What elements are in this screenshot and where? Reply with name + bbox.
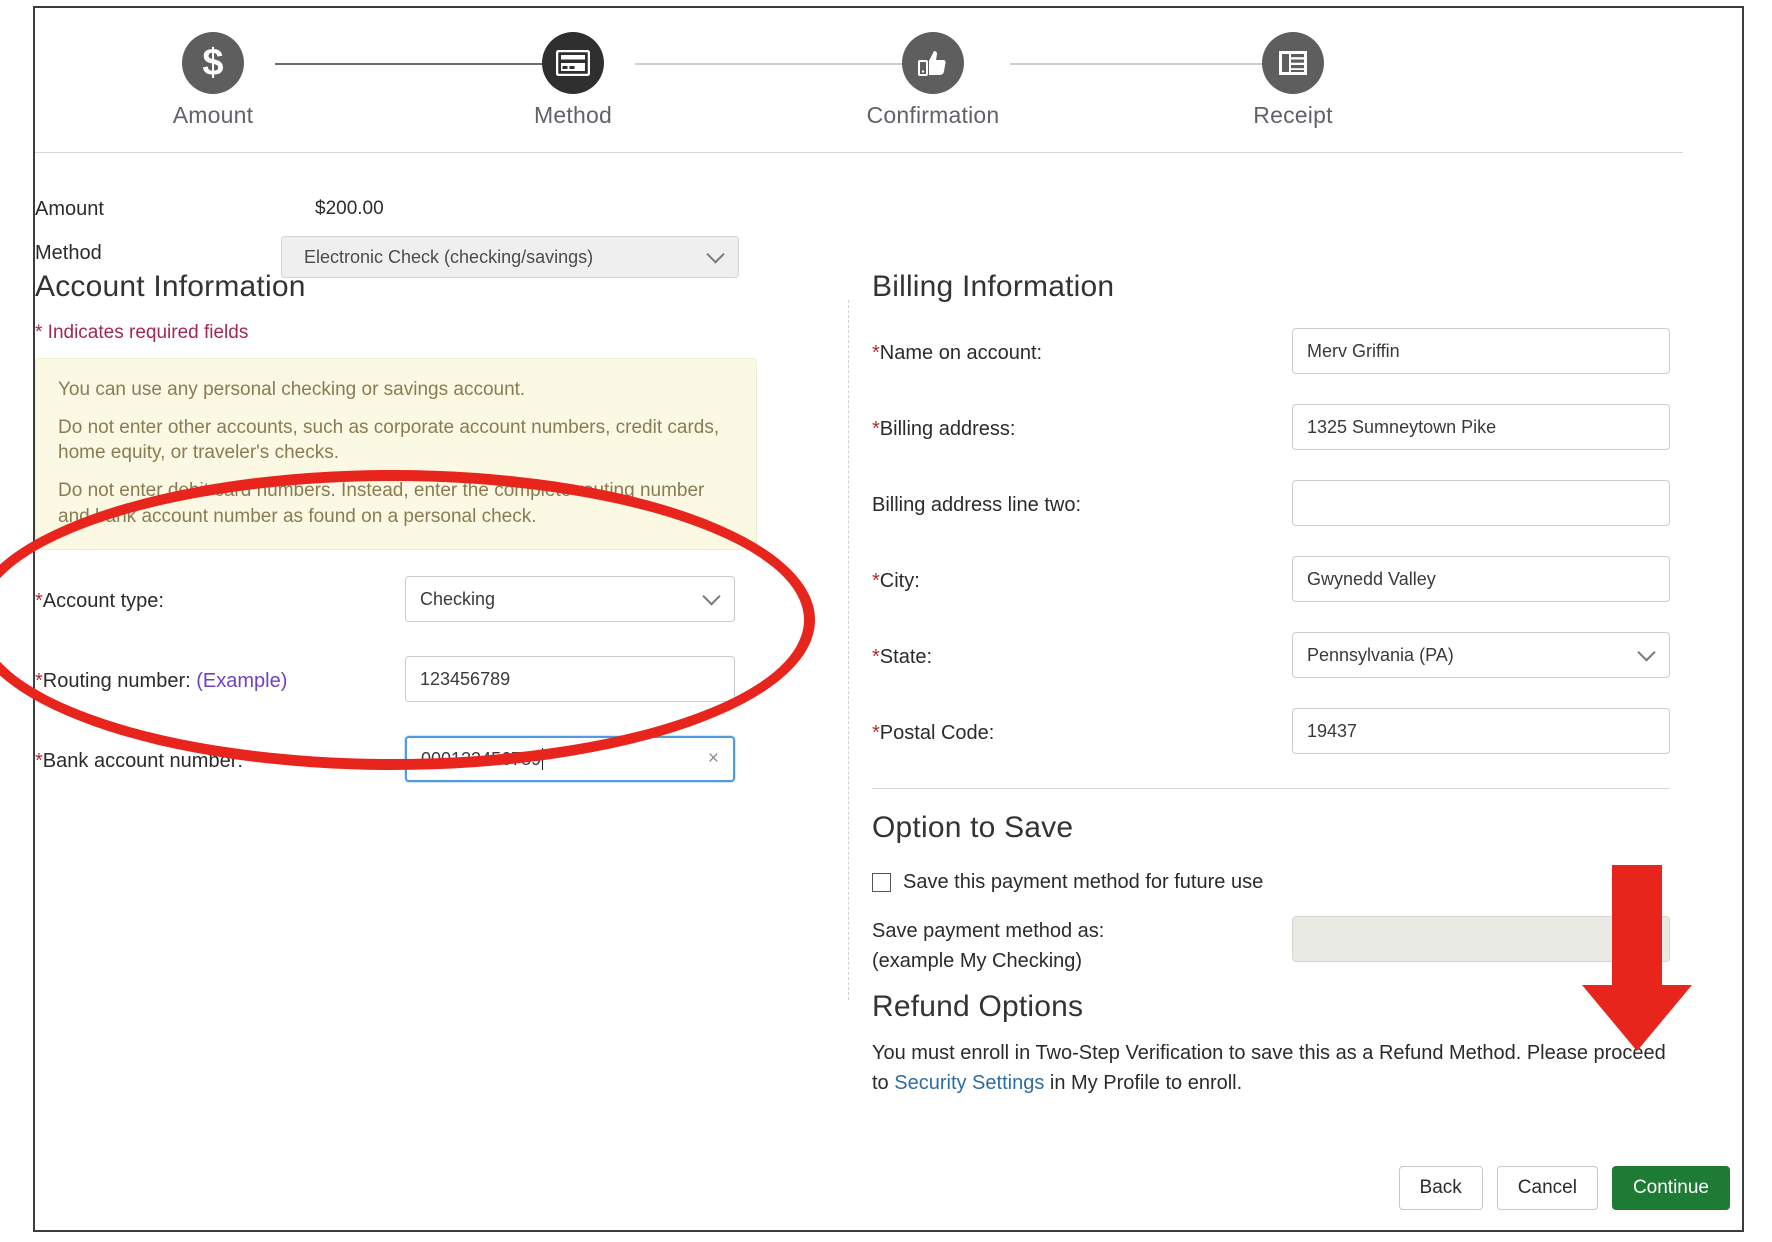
- refund-options-heading: Refund Options: [872, 990, 1684, 1024]
- field-row-billing-address: *Billing address: 1325 Sumneytown Pike: [872, 404, 1684, 466]
- state-label: *State:: [872, 646, 932, 669]
- account-type-label-text: Account type:: [43, 590, 164, 612]
- state-value: Pennsylvania (PA): [1307, 645, 1454, 666]
- option-to-save-heading: Option to Save: [872, 811, 1684, 845]
- routing-number-input[interactable]: 123456789: [405, 656, 735, 702]
- state-select[interactable]: Pennsylvania (PA): [1292, 632, 1670, 678]
- city-input[interactable]: Gwynedd Valley: [1292, 556, 1670, 602]
- dollar-icon: $: [182, 32, 244, 94]
- step-method[interactable]: Method: [473, 32, 673, 129]
- required-fields-note: * Indicates required fields: [35, 322, 757, 344]
- step-amount[interactable]: $ Amount: [113, 32, 313, 129]
- stepper-divider: [35, 152, 1683, 153]
- refund-text-after: in My Profile to enroll.: [1044, 1072, 1242, 1094]
- save-payment-method-checkbox-row[interactable]: Save this payment method for future use: [872, 871, 1684, 894]
- name-on-account-label: *Name on account:: [872, 342, 1042, 365]
- info-line-2: Do not enter other accounts, such as cor…: [58, 415, 734, 466]
- method-label: Method: [35, 242, 102, 265]
- info-line-3: Do not enter debit card numbers. Instead…: [58, 478, 734, 529]
- name-on-account-input[interactable]: Merv Griffin: [1292, 328, 1670, 374]
- thumbs-up-icon: [902, 32, 964, 94]
- method-select-value: Electronic Check (checking/savings): [304, 247, 593, 268]
- account-information-section: Account Information * Indicates required…: [35, 270, 757, 798]
- receipt-icon: [1262, 32, 1324, 94]
- column-divider: [848, 300, 849, 1000]
- city-value: Gwynedd Valley: [1307, 569, 1436, 590]
- form-button-bar: Back Cancel Continue: [1399, 1166, 1730, 1210]
- billing-address-two-input[interactable]: [1292, 480, 1670, 526]
- chevron-down-icon: [1637, 643, 1655, 661]
- security-settings-link[interactable]: Security Settings: [894, 1072, 1044, 1094]
- card-icon: [542, 32, 604, 94]
- progress-stepper: $ Amount Method: [35, 8, 1742, 153]
- field-row-state: *State: Pennsylvania (PA): [872, 632, 1684, 694]
- routing-example-link[interactable]: (Example): [196, 670, 287, 692]
- info-line-1: You can use any personal checking or sav…: [58, 377, 734, 403]
- continue-button[interactable]: Continue: [1612, 1166, 1730, 1210]
- back-button[interactable]: Back: [1399, 1166, 1483, 1210]
- field-row-routing-number: *Routing number: (Example) 123456789: [35, 656, 757, 718]
- billing-information-heading: Billing Information: [872, 270, 1684, 304]
- step-receipt[interactable]: Receipt: [1193, 32, 1393, 129]
- chevron-down-icon: [702, 587, 720, 605]
- account-type-value: Checking: [420, 589, 495, 610]
- account-type-label: *Account type:: [35, 590, 164, 613]
- name-on-account-value: Merv Griffin: [1307, 341, 1400, 362]
- account-information-heading: Account Information: [35, 270, 757, 304]
- payment-method-page: $ Amount Method: [0, 0, 1772, 1242]
- field-row-postal-code: *Postal Code: 19437: [872, 708, 1684, 770]
- field-row-city: *City: Gwynedd Valley: [872, 556, 1684, 618]
- account-type-select[interactable]: Checking: [405, 576, 735, 622]
- bank-account-number-label: *Bank account number:: [35, 750, 243, 773]
- chevron-down-icon: [706, 245, 724, 263]
- routing-number-label: *Routing number: (Example): [35, 670, 287, 693]
- field-row-save-payment-method-as: Save payment method as: (example My Chec…: [872, 916, 1684, 986]
- step-confirmation-label: Confirmation: [833, 102, 1033, 129]
- save-as-input: [1292, 916, 1670, 962]
- billing-information-section: Billing Information *Name on account: Me…: [872, 270, 1684, 1098]
- clear-icon[interactable]: ×: [708, 748, 719, 770]
- field-row-name-on-account: *Name on account: Merv Griffin: [872, 328, 1684, 390]
- city-label: *City:: [872, 570, 920, 593]
- postal-code-input[interactable]: 19437: [1292, 708, 1670, 754]
- checkbox-icon[interactable]: [872, 873, 891, 892]
- refund-options-text: You must enroll in Two-Step Verification…: [872, 1038, 1672, 1098]
- bank-account-number-input[interactable]: 000123456789 ×: [405, 736, 735, 782]
- postal-code-label: *Postal Code:: [872, 722, 994, 745]
- billing-address-label: *Billing address:: [872, 418, 1015, 441]
- billing-address-input[interactable]: 1325 Sumneytown Pike: [1292, 404, 1670, 450]
- field-row-bank-account-number: *Bank account number: 000123456789 ×: [35, 736, 757, 798]
- amount-label: Amount: [35, 198, 104, 221]
- step-receipt-label: Receipt: [1193, 102, 1393, 129]
- section-divider: [872, 788, 1670, 789]
- summary-row-amount: Amount $200.00: [35, 196, 855, 240]
- postal-code-value: 19437: [1307, 721, 1357, 742]
- bank-account-number-value: 000123456789: [421, 749, 541, 770]
- step-method-label: Method: [473, 102, 673, 129]
- cancel-button[interactable]: Cancel: [1497, 1166, 1598, 1210]
- amount-value: $200.00: [315, 198, 384, 220]
- save-payment-method-label: Save this payment method for future use: [903, 871, 1263, 894]
- step-confirmation[interactable]: Confirmation: [833, 32, 1033, 129]
- save-as-label: Save payment method as: (example My Chec…: [872, 916, 1104, 976]
- field-row-billing-address-two: Billing address line two:: [872, 480, 1684, 542]
- save-as-label-line2: (example My Checking): [872, 950, 1082, 972]
- billing-address-two-label: Billing address line two:: [872, 494, 1081, 517]
- step-amount-label: Amount: [113, 102, 313, 129]
- save-as-label-line1: Save payment method as:: [872, 920, 1104, 942]
- routing-number-value: 123456789: [420, 669, 510, 690]
- text-caret: [542, 748, 543, 770]
- account-info-box: You can use any personal checking or sav…: [35, 358, 757, 550]
- billing-address-value: 1325 Sumneytown Pike: [1307, 417, 1496, 438]
- field-row-account-type: *Account type: Checking: [35, 576, 757, 638]
